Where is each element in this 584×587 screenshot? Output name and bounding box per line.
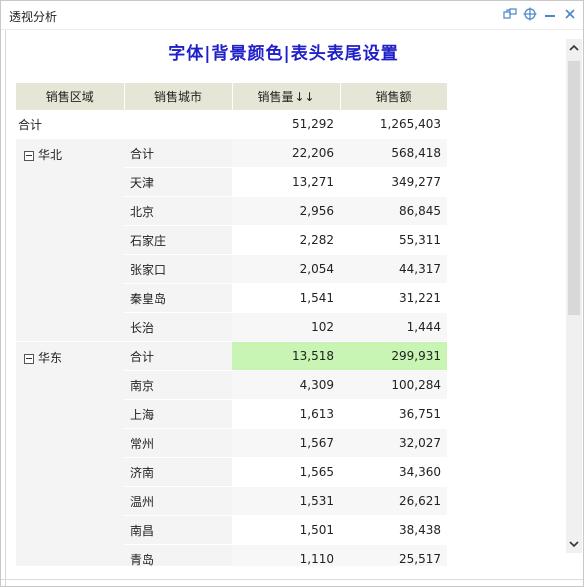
qty-cell: 2,956 xyxy=(232,196,340,226)
amount-cell: 36,751 xyxy=(340,399,447,429)
qty-cell: 1,567 xyxy=(232,428,340,458)
region-cell-huabei: 华北 xyxy=(16,138,124,342)
city-cell: 南昌 xyxy=(124,515,232,545)
region-cell-huadong: 华东 xyxy=(16,341,124,566)
amount-cell: 25,517 xyxy=(340,544,447,566)
pivot-table: 销售区域 销售城市 销售量↓↓ 销售额 合计 51,292 1,265,403 … xyxy=(16,83,447,566)
qty-cell: 1,565 xyxy=(232,457,340,487)
header-sales-city[interactable]: 销售城市 xyxy=(124,83,233,110)
city-cell: 青岛 xyxy=(124,544,232,566)
amount-cell-highlighted: 299,931 xyxy=(340,341,447,371)
grand-total-qty: 51,292 xyxy=(232,110,340,139)
header-sales-qty[interactable]: 销售量↓↓ xyxy=(232,83,341,110)
qty-cell: 1,613 xyxy=(232,399,340,429)
report-title: 字体|背景颜色|表头表尾设置 xyxy=(1,39,566,64)
collapse-icon[interactable] xyxy=(24,353,34,364)
amount-cell: 34,360 xyxy=(340,457,447,487)
amount-cell: 32,027 xyxy=(340,428,447,458)
city-cell: 长治 xyxy=(124,312,232,342)
amount-cell: 86,845 xyxy=(340,196,447,226)
title-separator: | xyxy=(204,44,212,64)
grand-total-row: 合计 51,292 1,265,403 xyxy=(16,110,447,139)
city-cell: 张家口 xyxy=(124,254,232,284)
qty-cell: 2,282 xyxy=(232,225,340,255)
city-cell: 石家庄 xyxy=(124,225,232,255)
amount-cell: 568,418 xyxy=(340,138,447,168)
title-link-font[interactable]: 字体 xyxy=(168,44,204,64)
collapse-icon[interactable] xyxy=(24,150,34,161)
title-link-background-color[interactable]: 背景颜色 xyxy=(212,44,284,64)
qty-cell-highlighted: 13,518 xyxy=(232,341,340,371)
qty-cell: 1,531 xyxy=(232,486,340,516)
region-label: 华东 xyxy=(38,351,63,365)
title-link-header-footer-settings[interactable]: 表头表尾设置 xyxy=(291,44,399,64)
bottom-divider xyxy=(1,579,583,580)
minimize-icon[interactable] xyxy=(543,7,557,21)
region-label: 华北 xyxy=(38,148,63,162)
pivot-window: 透视分析 字体|背景颜色|表头表尾设置 销售区域 销售城市 销售量↓↓ 销售额 … xyxy=(0,0,584,587)
grand-total-amount: 1,265,403 xyxy=(340,110,447,139)
scroll-up-icon[interactable] xyxy=(566,39,582,57)
qty-cell: 13,271 xyxy=(232,167,340,197)
city-cell: 天津 xyxy=(124,167,232,197)
amount-cell: 1,444 xyxy=(340,312,447,342)
qty-cell: 4,309 xyxy=(232,370,340,400)
city-cell: 上海 xyxy=(124,399,232,429)
scroll-down-icon[interactable] xyxy=(566,535,582,553)
city-cell: 合计 xyxy=(124,341,232,371)
window-title: 透视分析 xyxy=(9,10,58,24)
target-icon[interactable] xyxy=(523,7,537,21)
qty-cell: 1,501 xyxy=(232,515,340,545)
city-cell: 秦皇岛 xyxy=(124,283,232,313)
header-sales-amount[interactable]: 销售额 xyxy=(340,83,447,110)
city-cell: 合计 xyxy=(124,138,232,168)
table-header-row: 销售区域 销售城市 销售量↓↓ 销售额 xyxy=(16,83,447,110)
grand-total-label: 合计 xyxy=(16,110,232,139)
header-sales-qty-label: 销售量 xyxy=(257,90,294,104)
amount-cell: 55,311 xyxy=(340,225,447,255)
amount-cell: 38,438 xyxy=(340,515,447,545)
qty-cell: 2,054 xyxy=(232,254,340,284)
header-sales-region[interactable]: 销售区域 xyxy=(16,83,125,110)
table-row: 华北 合计 22,206 568,418 xyxy=(16,138,447,342)
amount-cell: 26,621 xyxy=(340,486,447,516)
close-icon[interactable] xyxy=(563,7,577,21)
city-cell: 济南 xyxy=(124,457,232,487)
window-titlebar: 透视分析 xyxy=(1,1,583,30)
city-cell: 常州 xyxy=(124,428,232,458)
amount-cell: 349,277 xyxy=(340,167,447,197)
city-cell: 温州 xyxy=(124,486,232,516)
city-cell: 南京 xyxy=(124,370,232,400)
qty-cell: 1,541 xyxy=(232,283,340,313)
qty-cell: 102 xyxy=(232,312,340,342)
left-border xyxy=(5,30,6,586)
amount-cell: 100,284 xyxy=(340,370,447,400)
title-separator: | xyxy=(283,44,291,64)
vertical-scrollbar[interactable] xyxy=(566,39,582,553)
qty-cell: 1,110 xyxy=(232,544,340,566)
amount-cell: 44,317 xyxy=(340,254,447,284)
pivot-table-viewport: 销售区域 销售城市 销售量↓↓ 销售额 合计 51,292 1,265,403 … xyxy=(16,83,447,566)
sort-desc-icon[interactable]: ↓↓ xyxy=(294,90,314,104)
qty-cell: 22,206 xyxy=(232,138,340,168)
city-cell: 北京 xyxy=(124,196,232,226)
amount-cell: 31,221 xyxy=(340,283,447,313)
share-icon[interactable] xyxy=(503,7,517,21)
scroll-thumb[interactable] xyxy=(568,61,580,315)
window-toolbar xyxy=(503,7,577,21)
table-row: 华东 合计 13,518 299,931 xyxy=(16,341,447,566)
